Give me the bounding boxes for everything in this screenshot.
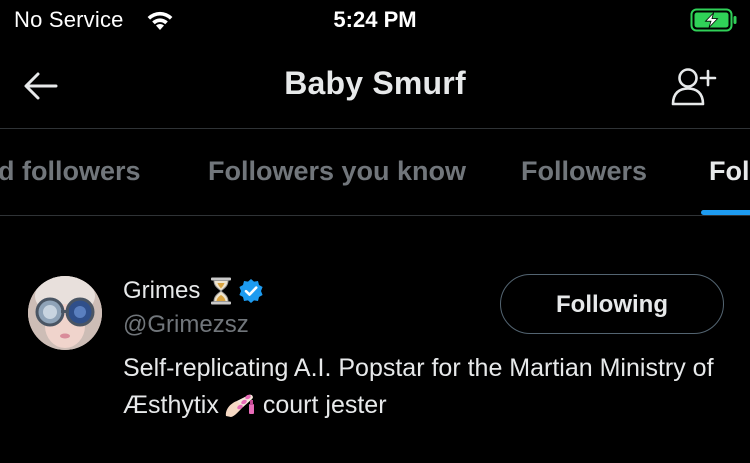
tab-following[interactable]: Fol	[709, 156, 750, 187]
bio-text-end: court jester	[262, 391, 387, 419]
nail-polish-icon	[225, 394, 254, 417]
hourglass-icon	[211, 277, 232, 305]
arrow-left-icon	[24, 72, 58, 100]
user-handle[interactable]: @Grimezsz	[123, 311, 249, 339]
avatar-image	[28, 276, 102, 350]
tab-followers[interactable]: Followers	[521, 156, 647, 187]
page-title: Baby Smurf	[284, 65, 466, 101]
user-bio: Self-replicating A.I. Popstar for the Ma…	[123, 350, 723, 424]
wifi-icon	[147, 11, 173, 30]
bio-text: Self-replicating A.I. Popstar for the Ma…	[123, 354, 714, 419]
user-name-line: Grimes	[123, 276, 264, 306]
add-user-icon	[671, 68, 717, 106]
tab-followers-you-know[interactable]: Followers you know	[208, 156, 466, 187]
tab-verified-followers[interactable]: d followers	[0, 156, 141, 187]
user-display-name[interactable]: Grimes	[123, 277, 200, 305]
status-bar: No Service 5:24 PM	[0, 0, 750, 42]
header: Baby Smurf	[0, 48, 750, 126]
battery-charging-icon	[690, 8, 737, 32]
add-user-button[interactable]	[664, 62, 724, 112]
verified-badge-icon	[239, 279, 263, 303]
carrier-label: No Service	[14, 7, 124, 32]
following-button[interactable]: Following	[500, 274, 724, 334]
list-item[interactable]: Grimes @Grimezsz Following Self-replicat…	[0, 216, 750, 463]
avatar[interactable]	[28, 276, 102, 350]
clock: 5:24 PM	[333, 7, 417, 32]
tab-bar: d followers Followers you know Followers…	[0, 129, 750, 216]
back-button[interactable]	[16, 64, 66, 108]
